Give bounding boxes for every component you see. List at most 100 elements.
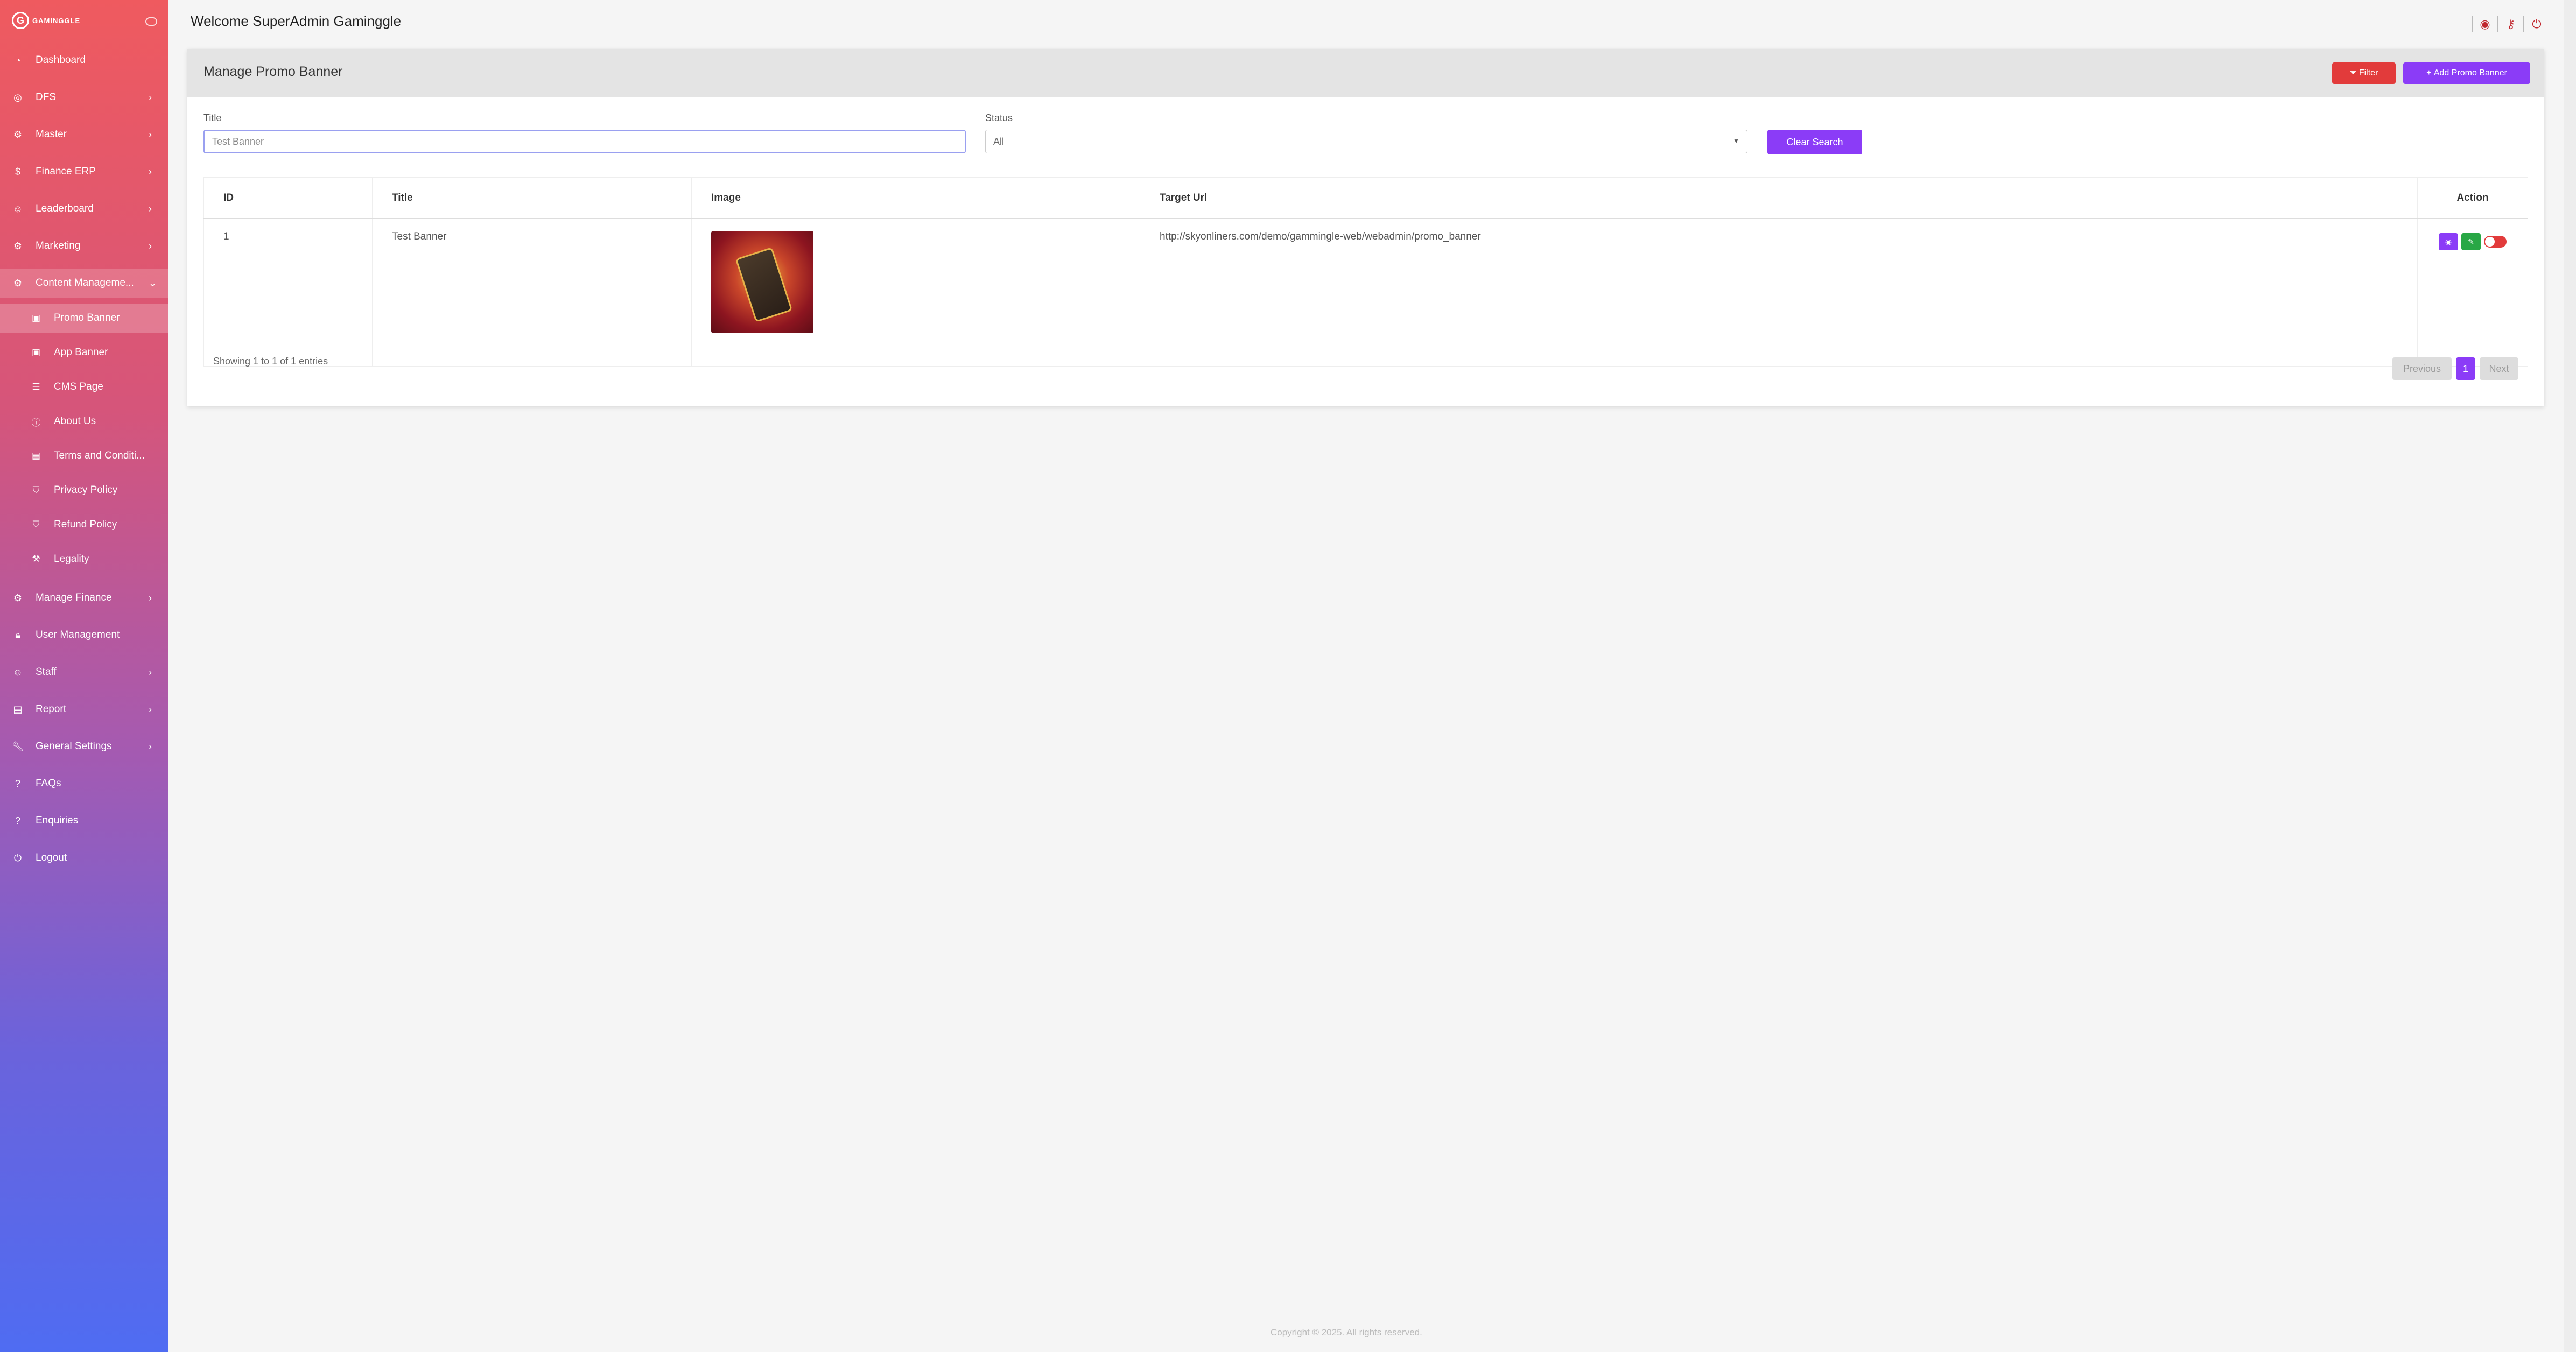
- sidebar-item-marketing[interactable]: ⚙ Marketing ›: [0, 231, 168, 260]
- pagination-previous[interactable]: Previous: [2392, 357, 2452, 380]
- sidebar-subitem-privacy-policy[interactable]: ⛉ Privacy Policy: [0, 476, 168, 505]
- sidebar-item-staff[interactable]: ☺ Staff ›: [0, 658, 168, 687]
- image-icon: ▣: [31, 313, 41, 323]
- view-button[interactable]: ◉: [2439, 233, 2458, 250]
- sidebar-item-enquiries[interactable]: ? Enquiries: [0, 806, 168, 835]
- col-header-target-url[interactable]: Target Url: [1140, 177, 2418, 219]
- page-title: Manage Promo Banner: [203, 64, 343, 79]
- banner-thumbnail: [711, 231, 813, 333]
- edit-button[interactable]: ✎: [2461, 233, 2481, 250]
- chevron-right-icon: ›: [149, 91, 152, 103]
- edit-icon: ✎: [2468, 237, 2474, 246]
- chevron-right-icon: ›: [149, 203, 152, 214]
- card-header: Manage Promo Banner ⏷ Filter + Add Promo…: [187, 49, 2544, 97]
- sidebar-subitem-terms[interactable]: ▤ Terms and Conditi...: [0, 441, 168, 470]
- sidebar-subitem-promo-banner[interactable]: ▣ Promo Banner: [0, 304, 168, 333]
- toggle-knob: [2485, 237, 2495, 247]
- status-toggle[interactable]: [2484, 236, 2507, 248]
- sidebar-item-label: Content Manageme...: [36, 277, 134, 288]
- brand-logo[interactable]: G GAMINGGLE: [12, 12, 80, 29]
- image-icon: ▣: [31, 347, 41, 357]
- promo-banner-table: ID Title Image Target Url Action 1 Test …: [203, 177, 2528, 367]
- header-actions: ◉ ⚷ ⏻: [2472, 16, 2549, 32]
- sidebar-item-label: DFS: [36, 91, 56, 103]
- add-promo-banner-button[interactable]: + Add Promo Banner: [2403, 62, 2530, 84]
- logo-icon: G: [12, 12, 29, 29]
- sidebar-item-label: Dashboard: [36, 54, 86, 66]
- pagination-next[interactable]: Next: [2480, 357, 2518, 380]
- filter-button[interactable]: ⏷ Filter: [2332, 62, 2396, 84]
- title-filter-value: Test Banner: [212, 136, 264, 147]
- cell-title: Test Banner: [372, 218, 692, 367]
- file-icon: ▤: [31, 450, 41, 461]
- power-icon: ⏻: [13, 852, 22, 863]
- pagination-page-1[interactable]: 1: [2456, 357, 2475, 380]
- welcome-text: Welcome SuperAdmin Gaminggle: [191, 13, 402, 29]
- filter-button-label: Filter: [2359, 68, 2378, 78]
- sidebar-subitem-label: CMS Page: [54, 381, 103, 392]
- sidebar-item-manage-finance[interactable]: ⚙ Manage Finance ›: [0, 583, 168, 612]
- chevron-right-icon: ›: [149, 703, 152, 715]
- sidebar-subitem-cms-page[interactable]: ☰ CMS Page: [0, 372, 168, 402]
- cogs-icon: ⚙: [13, 240, 23, 251]
- col-header-id[interactable]: ID: [203, 177, 373, 219]
- cell-id: 1: [203, 218, 373, 367]
- sidebar-item-general-settings[interactable]: 🔧︎ General Settings ›: [0, 732, 168, 761]
- user-icon: ☺: [12, 203, 23, 214]
- col-header-image[interactable]: Image: [691, 177, 1140, 219]
- sidebar-subitem-legality[interactable]: ⚒ Legality: [0, 545, 168, 574]
- chevron-right-icon: ›: [149, 666, 152, 678]
- add-button-label: Add Promo Banner: [2433, 68, 2507, 78]
- title-filter-input[interactable]: Test Banner: [203, 130, 966, 153]
- power-icon[interactable]: ⏻: [2523, 16, 2549, 32]
- profile-icon[interactable]: ◉: [2472, 16, 2497, 32]
- sidebar-item-label: Staff: [36, 666, 57, 678]
- chevron-right-icon: ›: [149, 592, 152, 603]
- sidebar-item-dfs[interactable]: ◎ DFS ›: [0, 83, 168, 112]
- sidebar-item-master[interactable]: ⚙ Master ›: [0, 120, 168, 149]
- target-icon: ◎: [13, 91, 22, 103]
- sidebar-item-report[interactable]: ▤ Report ›: [0, 695, 168, 724]
- cogs-icon: ⚙: [13, 277, 23, 288]
- cell-image: [691, 218, 1140, 367]
- sidebar-toggle-icon[interactable]: [145, 17, 157, 26]
- gauge-icon: ◔: [15, 54, 21, 66]
- question-icon: ?: [15, 815, 20, 826]
- logo-text: GAMINGGLE: [32, 16, 81, 25]
- sidebar-subitem-about-us[interactable]: ⓘ About Us: [0, 407, 168, 436]
- sidebar-subitem-app-banner[interactable]: ▣ App Banner: [0, 338, 168, 367]
- sidebar-item-leaderboard[interactable]: ☺ Leaderboard ›: [0, 194, 168, 223]
- eye-icon: ◉: [2445, 237, 2452, 246]
- question-icon: ?: [15, 778, 20, 789]
- info-icon: ⓘ: [31, 417, 41, 428]
- sidebar-item-content-management[interactable]: ⚙ Content Manageme... ⌄: [0, 269, 168, 298]
- page-scrollbar[interactable]: [2564, 0, 2576, 1352]
- clear-search-button[interactable]: Clear Search: [1767, 130, 1862, 154]
- sidebar-item-finance-erp[interactable]: $ Finance ERP ›: [0, 157, 168, 186]
- sidebar-item-dashboard[interactable]: ◔ Dashboard: [0, 46, 168, 75]
- col-header-action: Action: [2417, 177, 2528, 219]
- sidebar-item-label: User Management: [36, 629, 120, 640]
- filter-icon: ⏷: [2349, 68, 2359, 78]
- col-header-title[interactable]: Title: [372, 177, 692, 219]
- key-icon[interactable]: ⚷: [2497, 16, 2523, 32]
- wrench-icon: 🔧︎: [11, 741, 24, 752]
- sidebar-subitem-label: Promo Banner: [54, 312, 120, 323]
- footer-copyright: Copyright © 2025. All rights reserved.: [1271, 1327, 1422, 1337]
- sidebar-item-label: FAQs: [36, 778, 61, 789]
- pagination-info: Showing 1 to 1 of 1 entries: [213, 356, 328, 367]
- status-filter-value: All: [993, 136, 1005, 147]
- user-icon: ☺: [12, 666, 23, 678]
- sidebar-subitem-refund-policy[interactable]: ⛉ Refund Policy: [0, 510, 168, 539]
- lock-icon: 🔒︎: [15, 629, 20, 640]
- status-filter-select[interactable]: All ▼: [985, 130, 1747, 153]
- sidebar-item-user-management[interactable]: 🔒︎ User Management: [0, 621, 168, 650]
- sidebar-item-label: Master: [36, 129, 67, 140]
- sidebar-item-logout[interactable]: ⏻ Logout: [0, 843, 168, 872]
- sidebar-item-label: Manage Finance: [36, 592, 112, 603]
- sidebar-item-label: Marketing: [36, 240, 81, 251]
- sidebar-subitem-label: Privacy Policy: [54, 484, 118, 496]
- file-icon: ▤: [13, 703, 23, 715]
- cogs-icon: ⚙: [13, 129, 23, 140]
- sidebar-item-faqs[interactable]: ? FAQs: [0, 769, 168, 798]
